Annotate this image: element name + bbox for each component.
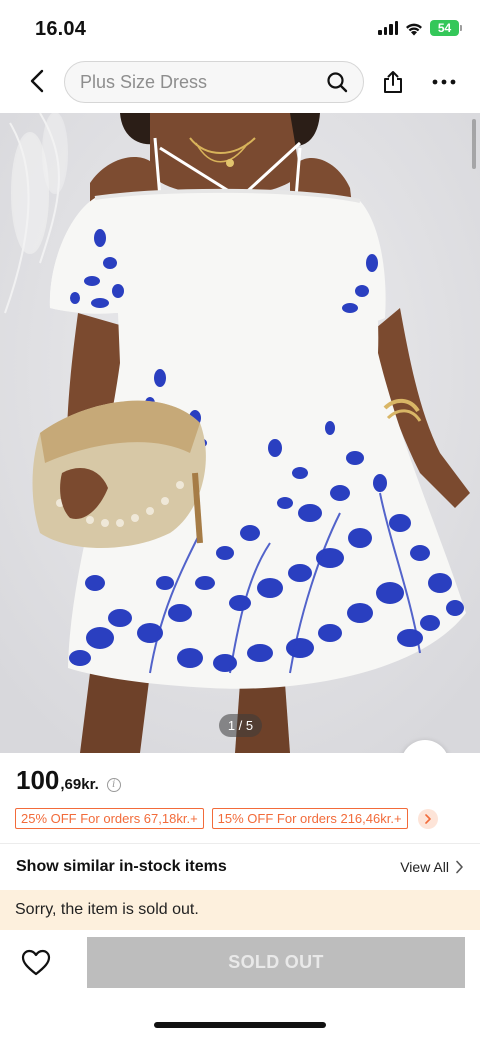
coupon-15-off[interactable]: 15% OFF For orders 216,46kr.+ <box>211 808 408 829</box>
coupon-25-off[interactable]: 25% OFF For orders 67,18kr.+ <box>15 808 204 829</box>
image-counter: 1 / 5 <box>219 714 262 737</box>
wifi-icon <box>406 23 422 35</box>
share-icon <box>384 71 402 93</box>
product-image-carousel[interactable]: 1 / 5 <box>0 113 480 753</box>
top-navigation: Plus Size Dress <box>0 58 480 106</box>
search-input[interactable]: Plus Size Dress <box>64 61 364 103</box>
image-scroll-indicator <box>472 119 476 169</box>
heart-icon <box>21 949 51 975</box>
price-main: 100 <box>16 765 60 795</box>
sold-out-notice: Sorry, the item is sold out. <box>0 890 480 930</box>
status-icons: 54 <box>378 20 462 36</box>
status-time: 16.04 <box>35 18 87 40</box>
wishlist-button[interactable] <box>20 946 52 978</box>
chevron-right-icon <box>424 813 431 824</box>
price: 100 ,69kr. i <box>16 765 121 796</box>
chevron-right-icon <box>456 860 463 874</box>
similar-items-row[interactable]: Show similar in-stock items View All <box>0 846 480 888</box>
view-all-label: View All <box>400 859 449 875</box>
sold-out-button[interactable]: SOLD OUT <box>87 937 465 988</box>
more-options-button[interactable] <box>430 68 458 96</box>
view-all-link[interactable]: View All <box>400 859 464 875</box>
home-indicator <box>154 1022 326 1028</box>
cellular-signal-icon <box>378 21 398 35</box>
status-bar: 16.04 54 <box>0 0 480 56</box>
battery-icon: 54 <box>430 20 462 36</box>
battery-level: 54 <box>430 20 459 36</box>
info-icon[interactable]: i <box>106 777 121 792</box>
back-button[interactable] <box>22 66 52 96</box>
divider <box>0 843 480 844</box>
share-button[interactable] <box>380 68 406 96</box>
back-chevron-icon <box>30 69 44 93</box>
similar-items-title: Show similar in-stock items <box>16 858 227 875</box>
search-placeholder: Plus Size Dress <box>80 71 208 92</box>
more-icon <box>432 79 456 85</box>
bottom-action-bar: SOLD OUT <box>0 930 480 998</box>
search-icon[interactable] <box>325 70 349 94</box>
more-coupons-button[interactable] <box>417 808 438 829</box>
product-photo <box>0 113 480 753</box>
price-decimal: ,69kr. <box>60 776 99 793</box>
coupon-list: 25% OFF For orders 67,18kr.+ 15% OFF For… <box>15 808 438 829</box>
